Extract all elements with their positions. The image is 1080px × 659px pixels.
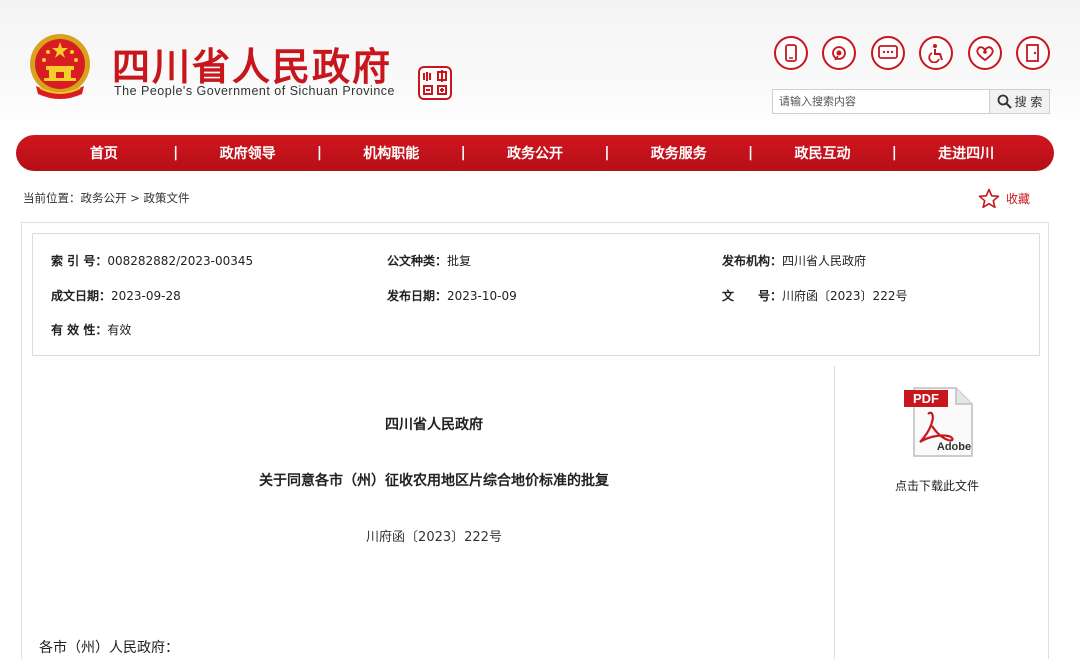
document-number: 川府函〔2023〕222号 bbox=[366, 530, 502, 545]
nav-item-interaction[interactable]: 政民互动 bbox=[755, 143, 891, 163]
content-divider bbox=[834, 366, 835, 659]
meta-index-value: 008282882/2023-00345 bbox=[107, 254, 254, 268]
search-box: 搜 索 bbox=[772, 89, 1050, 114]
meta-validity-value: 有效 bbox=[107, 323, 132, 337]
meta-doc-type-label: 公文种类： bbox=[387, 254, 448, 268]
document-issuer: 四川省人民政府 bbox=[385, 417, 483, 433]
meta-doc-number-label: 文 号： bbox=[722, 289, 783, 303]
meta-publisher-label: 发布机构： bbox=[722, 254, 783, 268]
accessibility-icon[interactable] bbox=[919, 36, 954, 70]
document-salutation: 各市（州）人民政府： bbox=[39, 640, 179, 656]
nav-item-disclosure[interactable]: 政务公开 bbox=[467, 143, 603, 163]
meta-doc-type-value: 批复 bbox=[447, 254, 472, 268]
breadcrumb[interactable]: 当前位置：政务公开 > 政策文件 bbox=[23, 190, 189, 206]
site-header: 四川省人民政府 The People's Government of Sichu… bbox=[0, 0, 1080, 130]
nav-item-services[interactable]: 政务服务 bbox=[611, 143, 747, 163]
meta-validity-label: 有 效 性： bbox=[51, 323, 108, 337]
favorite-button[interactable]: 收藏 bbox=[978, 188, 1030, 209]
search-icon bbox=[997, 94, 1012, 109]
meta-publish-date: 发布日期：2023-10-09 bbox=[387, 287, 517, 304]
adobe-brand-text: Adobe bbox=[937, 441, 971, 453]
meta-validity: 有 效 性：有效 bbox=[51, 321, 131, 338]
meta-publisher: 发布机构：四川省人民政府 bbox=[722, 252, 866, 269]
logout-icon[interactable] bbox=[1015, 36, 1050, 70]
weibo-icon[interactable] bbox=[822, 36, 857, 70]
china-sichuan-seal-icon bbox=[418, 66, 452, 100]
meta-publisher-value: 四川省人民政府 bbox=[782, 254, 867, 268]
search-input[interactable] bbox=[773, 90, 989, 113]
pdf-badge-text: PDF bbox=[913, 391, 939, 406]
document-title: 关于同意各市（州）征收农用地区片综合地价标准的批复 bbox=[259, 473, 609, 489]
pdf-download-link[interactable]: 点击下载此文件 bbox=[872, 477, 1002, 494]
search-button[interactable]: 搜 索 bbox=[989, 90, 1049, 113]
meta-index-label: 索 引 号： bbox=[51, 254, 108, 268]
pdf-file-icon[interactable]: PDF Adobe bbox=[902, 386, 974, 458]
main-nav: 首页 | 政府领导 | 机构职能 | 政务公开 | 政务服务 | 政民互动 | … bbox=[16, 135, 1054, 171]
nav-item-about-sichuan[interactable]: 走进四川 bbox=[898, 143, 1034, 163]
mobile-icon[interactable] bbox=[774, 36, 808, 70]
meta-publish-date-label: 发布日期： bbox=[387, 289, 448, 303]
document-meta: 索 引 号：008282882/2023-00345 公文种类：批复 发布机构：… bbox=[32, 233, 1040, 356]
meta-doc-number-value: 川府函〔2023〕222号 bbox=[782, 289, 908, 303]
meta-written-date-label: 成文日期： bbox=[51, 289, 112, 303]
meta-written-date: 成文日期：2023-09-28 bbox=[51, 287, 181, 304]
nav-item-functions[interactable]: 机构职能 bbox=[323, 143, 459, 163]
search-button-label: 搜 索 bbox=[1014, 95, 1043, 109]
favorite-label: 收藏 bbox=[1006, 192, 1031, 206]
nav-separator: | bbox=[604, 145, 610, 161]
nav-separator: | bbox=[891, 145, 897, 161]
star-icon bbox=[978, 188, 1000, 209]
nav-item-home[interactable]: 首页 bbox=[36, 143, 172, 163]
meta-doc-number: 文 号：川府函〔2023〕222号 bbox=[722, 287, 907, 304]
nav-separator: | bbox=[748, 145, 754, 161]
toolbar-icons bbox=[774, 36, 1050, 70]
nav-item-leaders[interactable]: 政府领导 bbox=[180, 143, 316, 163]
national-emblem-icon bbox=[30, 34, 90, 99]
meta-publish-date-value: 2023-10-09 bbox=[447, 289, 517, 303]
meta-doc-type: 公文种类：批复 bbox=[387, 252, 471, 269]
nav-separator: | bbox=[460, 145, 466, 161]
meta-index: 索 引 号：008282882/2023-00345 bbox=[51, 252, 253, 269]
elderly-care-icon[interactable] bbox=[967, 36, 1002, 70]
site-title-en: The People's Government of Sichuan Provi… bbox=[114, 84, 395, 98]
nav-separator: | bbox=[316, 145, 322, 161]
site-title-cn: 四川省人民政府 bbox=[112, 45, 393, 89]
wechat-icon[interactable] bbox=[870, 36, 905, 70]
nav-separator: | bbox=[173, 145, 179, 161]
meta-written-date-value: 2023-09-28 bbox=[111, 289, 181, 303]
